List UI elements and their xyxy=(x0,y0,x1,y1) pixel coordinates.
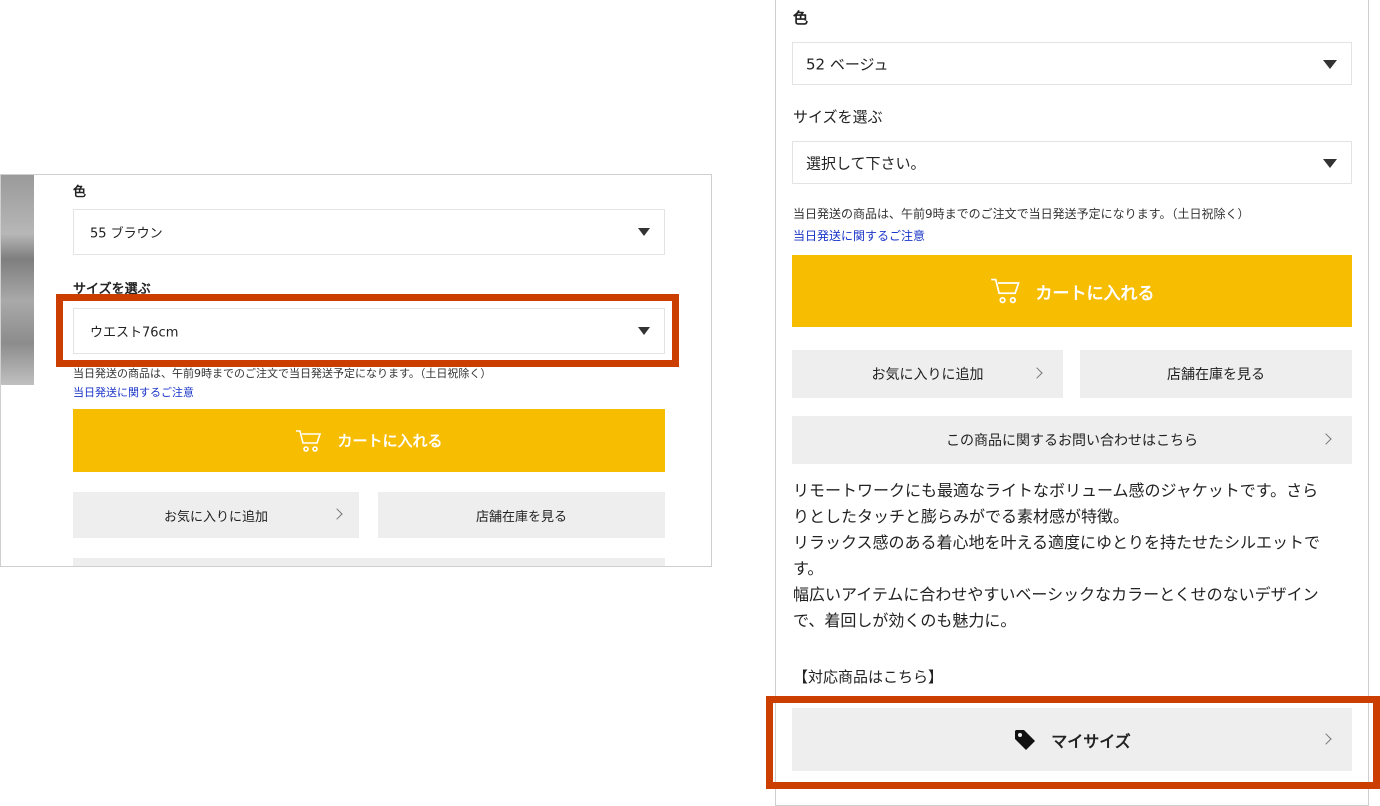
store-stock-button[interactable]: 店舗在庫を見る xyxy=(1080,350,1352,398)
add-favorite-label: お気に入りに追加 xyxy=(163,509,268,525)
description-line: リラックス感のある着心地を叶える適度にゆとりを持たせたシルエットで xyxy=(793,533,1321,552)
size-select-value: 選択して下さい。 xyxy=(806,154,926,172)
size-select-value: ウエスト76cm xyxy=(90,325,179,341)
description-line: す。 xyxy=(793,559,824,578)
right-product-panel: 色 52 ベージュ サイズを選ぶ 選択して下さい。 当日発送の商品は、午前9時ま… xyxy=(775,0,1369,806)
description-line: で、着回しが効くのも魅力に。 xyxy=(793,611,1017,630)
shipping-note: 当日発送の商品は、午前9時までのご注文で当日発送予定になります。（土日祝除く） xyxy=(793,207,1250,221)
my-size-label: マイサイズ xyxy=(1051,731,1131,751)
product-thumbnail xyxy=(1,175,34,385)
shipping-notice-link[interactable]: 当日発送に関するご注意 xyxy=(793,227,925,244)
description-line: 幅広いアイテムに合わせやすいベーシックなカラーとくせのないデザイン xyxy=(793,585,1319,604)
add-favorite-button[interactable]: お気に入りに追加 xyxy=(792,350,1063,398)
add-to-cart-label: カートに入れる xyxy=(1035,283,1155,304)
caret-down-icon xyxy=(1323,158,1337,168)
cart-icon xyxy=(296,429,322,452)
color-select-value: 55 ブラウン xyxy=(90,226,163,242)
inquiry-button[interactable]: この商品に関するお問い合わせはこちら xyxy=(792,416,1352,464)
add-to-cart-button[interactable]: カートに入れる xyxy=(792,255,1352,327)
shipping-notice-link[interactable]: 当日発送に関するご注意 xyxy=(73,384,194,400)
cart-icon xyxy=(990,278,1020,304)
color-label: 色 xyxy=(793,9,809,27)
add-favorite-label: お気に入りに追加 xyxy=(871,367,984,383)
shipping-note: 当日発送の商品は、午前9時までのご注文で当日発送予定になります。（土日祝除く） xyxy=(73,367,492,380)
size-label: サイズを選ぶ xyxy=(793,108,883,126)
store-stock-button[interactable]: 店舗在庫を見る xyxy=(378,492,665,538)
chevron-right-icon xyxy=(1320,433,1332,445)
product-description: リモートワークにも最適なライトなボリューム感のジャケットです。さら りとしたタッ… xyxy=(793,478,1363,634)
my-size-button[interactable]: マイサイズ xyxy=(792,708,1352,771)
color-label: 色 xyxy=(73,185,87,200)
caret-down-icon xyxy=(638,228,650,236)
description-line: りとしたタッチと膨らみがでる素材感が特徴。 xyxy=(793,507,1130,526)
corresponding-products-heading: 【対応商品はこちら】 xyxy=(793,668,944,686)
left-product-panel: 色 55 ブラウン サイズを選ぶ ウエスト76cm 当日発送の商品は、午前9時ま… xyxy=(0,174,712,567)
caret-down-icon xyxy=(638,327,650,335)
caret-down-icon xyxy=(1323,59,1337,69)
inquiry-button[interactable] xyxy=(73,558,665,566)
add-favorite-button[interactable]: お気に入りに追加 xyxy=(73,492,359,538)
size-select[interactable]: ウエスト76cm xyxy=(73,308,665,354)
store-stock-label: 店舗在庫を見る xyxy=(1167,367,1265,383)
description-line: リモートワークにも最適なライトなボリューム感のジャケットです。さら xyxy=(793,481,1319,500)
chevron-right-icon xyxy=(1320,732,1332,745)
color-select-value: 52 ベージュ xyxy=(806,55,889,73)
store-stock-label: 店舗在庫を見る xyxy=(475,509,567,525)
size-select[interactable]: 選択して下さい。 xyxy=(792,141,1352,184)
add-to-cart-label: カートに入れる xyxy=(337,432,443,450)
color-select[interactable]: 52 ベージュ xyxy=(792,42,1352,85)
add-to-cart-button[interactable]: カートに入れる xyxy=(73,409,665,472)
chevron-right-icon xyxy=(1031,367,1043,379)
chevron-right-icon xyxy=(331,508,343,520)
size-label: サイズを選ぶ xyxy=(73,282,151,297)
color-select[interactable]: 55 ブラウン xyxy=(73,209,665,255)
inquiry-label: この商品に関するお問い合わせはこちら xyxy=(946,433,1198,449)
tag-icon xyxy=(1015,729,1036,750)
